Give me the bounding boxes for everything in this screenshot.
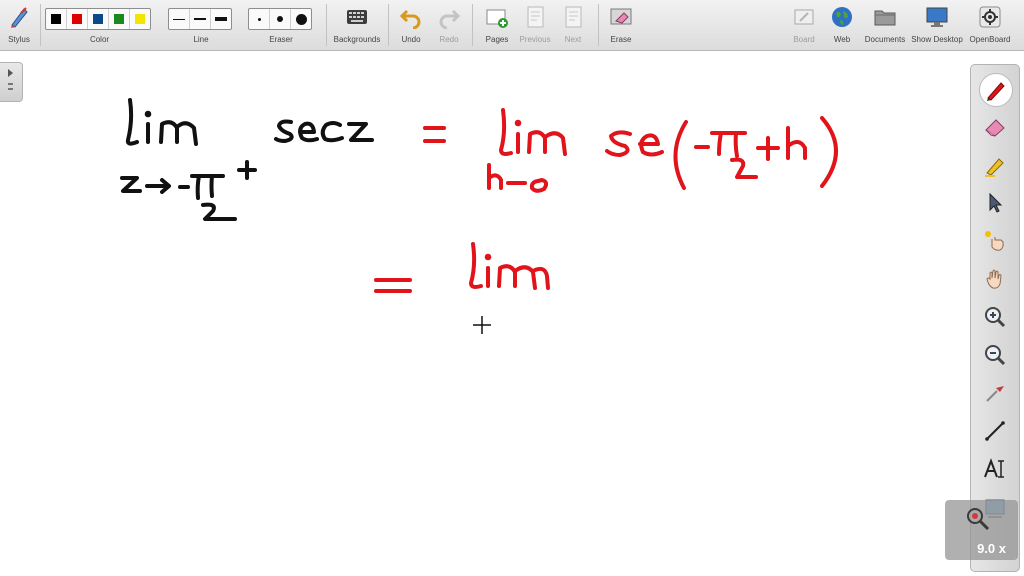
handwriting-black (120, 98, 374, 221)
highlighter-icon (985, 158, 1004, 177)
next-page-icon (565, 6, 582, 28)
toolbar-divider (598, 4, 599, 46)
laser-icon (985, 231, 1004, 251)
toolbar-divider (40, 4, 41, 46)
line-tool[interactable] (983, 419, 1007, 443)
stylus-label: Stylus (8, 35, 30, 44)
add-page-icon (486, 9, 508, 28)
board-label: Board (793, 35, 815, 44)
highlighter-tool[interactable] (983, 153, 1007, 177)
documents-label: Documents (864, 35, 906, 44)
monitor-icon (926, 7, 948, 27)
hand-icon (986, 269, 1002, 289)
stylus-button[interactable]: Stylus (2, 0, 36, 50)
globe-icon (832, 7, 852, 27)
erase-label: Erase (610, 35, 632, 44)
undo-button[interactable]: Undo (394, 0, 428, 50)
openboard-button[interactable]: OpenBoard (966, 0, 1014, 50)
redo-label: Redo (439, 35, 459, 44)
handwriting-red (374, 108, 838, 293)
undo-icon (399, 9, 421, 29)
line-icon (985, 421, 1005, 441)
web-label: Web (833, 35, 851, 44)
right-tool-palette (970, 64, 1020, 572)
zoom-indicator: 9.0 x (945, 500, 1018, 560)
settings-gear-icon (979, 6, 1001, 28)
laser-pointer-tool[interactable] (983, 229, 1007, 253)
toolbar-divider (472, 4, 473, 46)
main-toolbar: Stylus Color Line Eraser Backgrounds Und… (0, 0, 1024, 51)
backgrounds-button[interactable]: Backgrounds (330, 0, 384, 50)
text-tool[interactable] (983, 457, 1007, 481)
toolbar-divider (388, 4, 389, 46)
show-desktop-button[interactable]: Show Desktop (910, 0, 964, 50)
pages-label: Pages (485, 35, 509, 44)
previous-page-icon (527, 6, 544, 28)
eraser-label: Eraser (269, 35, 293, 44)
zoom-in-icon (985, 307, 1006, 328)
next-label: Next (564, 35, 582, 44)
crosshair-cursor (473, 316, 491, 334)
toolbar-divider (326, 4, 327, 46)
zoom-level-text: 9.0 x (977, 541, 1006, 556)
zoom-out-tool[interactable] (983, 343, 1007, 367)
hand-tool[interactable] (983, 267, 1007, 291)
erase-button[interactable]: Erase (602, 0, 640, 50)
capture-icon (986, 386, 1004, 402)
keyboard-grid-icon (347, 10, 367, 24)
line-label: Line (193, 35, 209, 44)
color-group: Color (45, 0, 154, 50)
pages-button[interactable]: Pages (478, 0, 516, 50)
board-button[interactable]: Board (786, 0, 822, 50)
previous-label: Previous (519, 35, 551, 44)
undo-label: Undo (401, 35, 421, 44)
pen-icon (987, 82, 1005, 101)
web-button[interactable]: Web (824, 0, 860, 50)
color-label: Color (89, 35, 110, 44)
magnifier-icon (967, 508, 990, 531)
redo-icon (439, 9, 461, 29)
redo-button[interactable]: Redo (432, 0, 466, 50)
selector-tool[interactable] (983, 191, 1007, 215)
folder-icon (874, 10, 896, 26)
board-icon (794, 9, 814, 25)
whiteboard-canvas[interactable] (0, 51, 970, 576)
eraser-group: Eraser (248, 0, 314, 50)
line-group: Line (168, 0, 234, 50)
documents-button[interactable]: Documents (862, 0, 908, 50)
eraser-icon (985, 119, 1005, 137)
erase-board-icon (610, 8, 632, 25)
pen-tool[interactable] (979, 73, 1013, 107)
next-button[interactable]: Next (554, 0, 592, 50)
capture-tool[interactable] (983, 381, 1007, 405)
show-desktop-label: Show Desktop (911, 35, 963, 44)
openboard-label: OpenBoard (969, 35, 1011, 44)
previous-button[interactable]: Previous (516, 0, 554, 50)
pointer-icon (989, 192, 1003, 213)
text-icon (984, 458, 1004, 478)
backgrounds-label: Backgrounds (333, 35, 381, 44)
zoom-in-tool[interactable] (983, 305, 1007, 329)
zoom-out-icon (985, 345, 1006, 366)
stylus-icon (11, 7, 28, 28)
eraser-tool[interactable] (983, 115, 1007, 139)
